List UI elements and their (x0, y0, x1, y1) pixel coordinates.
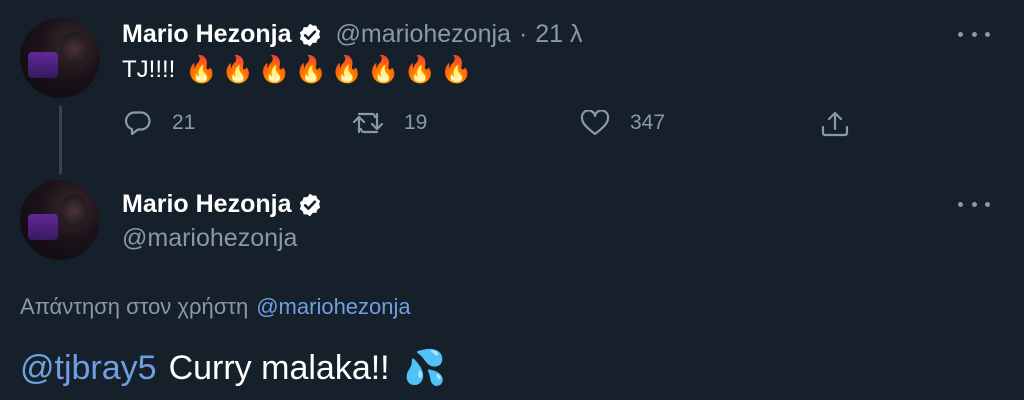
more-options-icon[interactable] (958, 194, 990, 214)
tweet-text: TJ!!!! (122, 55, 176, 83)
avatar[interactable] (20, 180, 100, 260)
reply-button[interactable]: 21 (124, 110, 195, 136)
avatar[interactable] (20, 18, 100, 98)
reply-to-handle-link[interactable]: @mariohezonja (256, 294, 410, 320)
tweet-body: @tjbray5 Curry malaka!! 💦 (20, 348, 446, 388)
tweet-header: Mario Hezonja (122, 190, 323, 219)
fire-emoji: 🔥 (330, 54, 364, 84)
author-name[interactable]: Mario Hezonja (122, 20, 291, 49)
retweet-icon (352, 112, 384, 134)
mention-link[interactable]: @tjbray5 (20, 349, 157, 388)
like-count: 347 (630, 111, 666, 134)
reply-to-label: Απάντηση στον χρήστη (20, 294, 249, 319)
retweet-button[interactable]: 19 (352, 110, 427, 136)
fire-emoji: 🔥 (258, 54, 291, 84)
share-button[interactable] (820, 110, 870, 138)
fire-emoji: 🔥 (221, 54, 255, 84)
tweet-header: Mario Hezonja @mariohezonja · 21 λ (122, 20, 583, 49)
fire-emoji: 🔥 (439, 54, 473, 84)
sweat-droplets-emoji: 💦 (403, 349, 446, 387)
author-handle[interactable]: @mariohezonja (122, 224, 297, 253)
tweet-timestamp[interactable]: 21 λ (535, 20, 582, 49)
like-button[interactable]: 347 (580, 110, 665, 136)
reply-context: Απάντηση στον χρήστη @mariohezonja (20, 294, 411, 320)
reply-count: 21 (172, 111, 196, 134)
reply-icon (124, 111, 151, 136)
more-options-icon[interactable] (958, 24, 990, 44)
tweet-body: TJ!!!! 🔥 🔥 🔥 🔥 🔥 🔥 🔥 🔥 (122, 54, 476, 85)
share-icon (821, 111, 849, 137)
fire-emoji: 🔥 (367, 54, 400, 84)
heart-icon (580, 110, 610, 136)
tweet-text: Curry malaka!! (168, 348, 390, 387)
author-name[interactable]: Mario Hezonja (122, 190, 291, 219)
fire-emoji: 🔥 (185, 54, 218, 84)
separator-dot: · (518, 20, 528, 48)
retweet-count: 19 (404, 111, 428, 134)
verified-badge-icon (300, 23, 321, 46)
fire-emoji: 🔥 (294, 54, 327, 84)
author-handle-row: @mariohezonja (122, 224, 297, 253)
verified-badge-icon (300, 193, 321, 216)
thread-connector-line (59, 106, 62, 174)
author-handle[interactable]: @mariohezonja (335, 20, 510, 49)
fire-emoji: 🔥 (403, 54, 436, 84)
